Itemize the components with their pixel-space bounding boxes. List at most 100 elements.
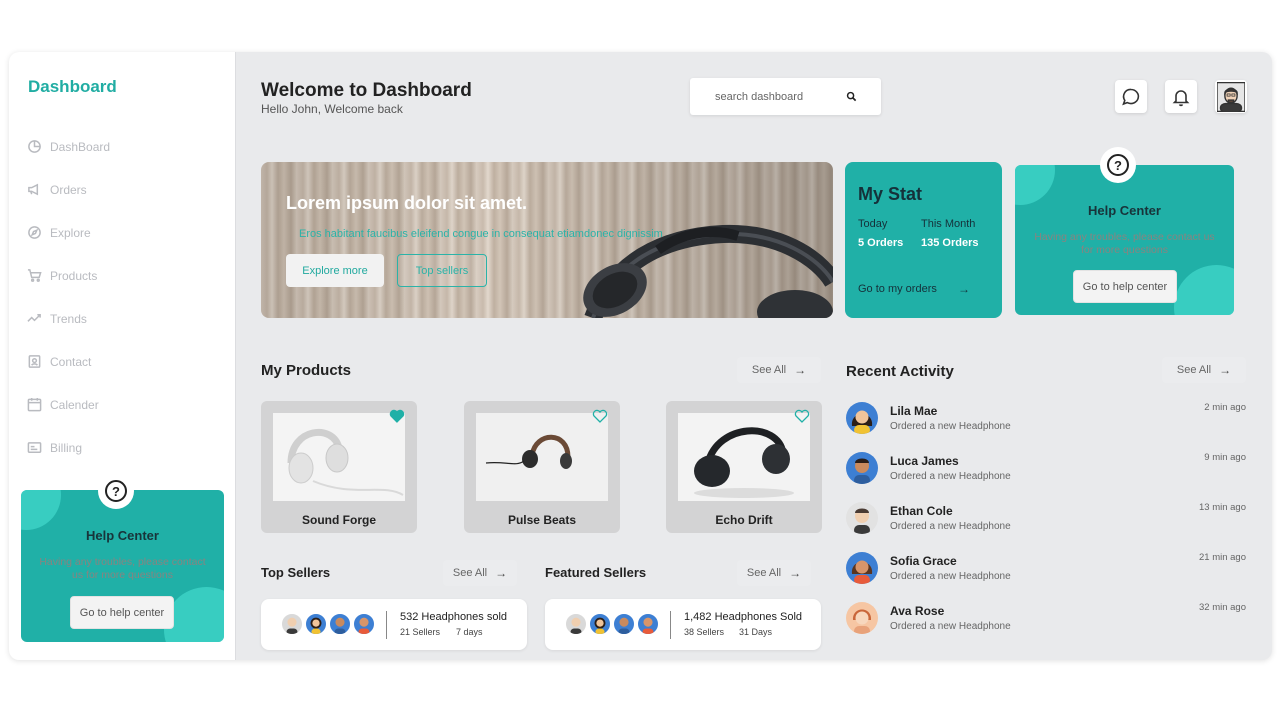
- seller-period: 31 Days: [739, 627, 773, 637]
- avatar: [846, 402, 878, 434]
- featured-sellers-title: Featured Sellers: [545, 565, 647, 580]
- megaphone-icon: [28, 183, 39, 196]
- messages-button[interactable]: [1115, 80, 1147, 113]
- see-all-label: See All: [751, 364, 787, 376]
- brand-title: Dashboard: [28, 77, 117, 96]
- go-to-help-center-button[interactable]: Go to help center: [70, 596, 174, 629]
- activity-description: Ordered a new Headphone: [890, 621, 1011, 632]
- activity-item[interactable]: Ava Rose Ordered a new Headphone 32 min …: [846, 602, 1246, 642]
- activity-item[interactable]: Lila Mae Ordered a new Headphone 2 min a…: [846, 402, 1246, 442]
- sidebar-item-orders[interactable]: Orders: [27, 168, 110, 211]
- divider: [670, 611, 671, 639]
- notifications-button[interactable]: [1165, 80, 1197, 113]
- sidebar-item-trends[interactable]: Trends: [27, 297, 110, 340]
- product-image: [273, 413, 405, 501]
- seller-period: 7 days: [456, 627, 483, 637]
- product-name: Echo Drift: [715, 513, 773, 527]
- trend-icon: [27, 314, 41, 322]
- avatar: [565, 613, 587, 635]
- help-center-text: Having any troubles, please contact us f…: [39, 556, 206, 581]
- see-all-label: See All: [452, 567, 488, 579]
- sidebar-nav: DashBoard Orders Explore Products Trends…: [27, 125, 110, 469]
- calendar-icon: [27, 397, 42, 412]
- top-sellers-card[interactable]: 532 Headphones sold 21 Sellers 7 days: [261, 599, 527, 650]
- sidebar-item-explore[interactable]: Explore: [27, 211, 110, 254]
- sidebar-item-calender[interactable]: Calender: [27, 383, 110, 426]
- my-products-title: My Products: [261, 362, 352, 379]
- products-see-all-button[interactable]: See All →: [737, 357, 821, 383]
- search-input[interactable]: search dashboard: [690, 78, 881, 115]
- banner-subtitle: Eros habitant faucibus eleifend congue i…: [299, 228, 663, 240]
- top-sellers-button[interactable]: Top sellers: [397, 254, 487, 287]
- sidebar-item-contact[interactable]: Contact: [27, 340, 110, 383]
- cart-icon: [27, 269, 42, 282]
- user-avatar-button[interactable]: [1215, 80, 1247, 113]
- arrow-right-icon[interactable]: →: [958, 282, 970, 296]
- avatar: [1217, 81, 1245, 112]
- activity-time: 9 min ago: [1204, 452, 1246, 463]
- avatar: [846, 602, 878, 634]
- heart-outline-icon[interactable]: [794, 409, 810, 423]
- activity-item[interactable]: Sofia Grace Ordered a new Headphone 21 m…: [846, 552, 1246, 592]
- sidebar-item-dashboard[interactable]: DashBoard: [27, 125, 110, 168]
- top-sellers-title: Top Sellers: [261, 565, 331, 580]
- seller-avatars: [565, 613, 661, 635]
- featured-sellers-card[interactable]: 1,482 Headphones Sold 38 Sellers 31 Days: [545, 599, 821, 650]
- product-name: Pulse Beats: [507, 513, 577, 527]
- sidebar-item-billing[interactable]: Billing: [27, 426, 110, 469]
- activity-description: Ordered a new Headphone: [890, 471, 1011, 482]
- activity-see-all-button[interactable]: See All →: [1162, 357, 1246, 383]
- product-card[interactable]: Echo Drift: [666, 401, 822, 533]
- activity-time: 21 min ago: [1198, 552, 1246, 563]
- activity-name: Ava Rose: [890, 604, 945, 618]
- arrow-right-icon: →: [789, 566, 802, 580]
- help-center-text: Having any troubles, please contact us f…: [1034, 231, 1215, 256]
- activity-name: Ethan Cole: [890, 504, 953, 518]
- avatar: [846, 552, 878, 584]
- activity-time: 32 min ago: [1198, 602, 1246, 613]
- product-card[interactable]: Sound Forge: [261, 401, 417, 533]
- avatar: [353, 613, 375, 635]
- sold-count: 532 Headphones sold: [400, 611, 508, 623]
- product-card[interactable]: Pulse Beats: [464, 401, 620, 533]
- activity-time: 2 min ago: [1204, 402, 1246, 413]
- go-to-help-center-button[interactable]: Go to help center: [1073, 270, 1177, 303]
- page-subtitle: Hello John, Welcome back: [261, 102, 403, 116]
- avatar: [305, 613, 327, 635]
- help-center-title: Help Center: [86, 528, 159, 543]
- stat-today-value: 5 Orders: [858, 237, 904, 249]
- heart-filled-icon[interactable]: [389, 409, 405, 423]
- activity-description: Ordered a new Headphone: [890, 521, 1011, 532]
- avatar: [846, 452, 878, 484]
- banner-title: Lorem ipsum dolor sit amet.: [286, 193, 528, 213]
- explore-more-button[interactable]: Explore more: [286, 254, 384, 287]
- sidebar-item-label: Contact: [50, 354, 92, 369]
- featured-sellers-see-all-button[interactable]: See All →: [737, 560, 811, 586]
- product-name: Sound Forge: [302, 513, 376, 527]
- activity-name: Lila Mae: [890, 404, 938, 418]
- stat-month-label: This Month: [921, 218, 976, 230]
- compass-icon: [28, 226, 41, 239]
- activity-time: 13 min ago: [1198, 502, 1246, 513]
- avatar: [281, 613, 303, 635]
- sidebar-item-label: DashBoard: [50, 139, 111, 154]
- go-to-my-orders-link[interactable]: Go to my orders: [858, 283, 937, 295]
- recent-activity-title: Recent Activity: [846, 363, 954, 380]
- top-sellers-see-all-button[interactable]: See All →: [443, 560, 517, 586]
- question-icon: ?: [98, 473, 134, 509]
- seller-count: 21 Sellers: [400, 627, 441, 637]
- see-all-label: See All: [1176, 364, 1212, 376]
- sidebar-item-products[interactable]: Products: [27, 254, 110, 297]
- activity-description: Ordered a new Headphone: [890, 571, 1011, 582]
- arrow-right-icon: →: [1219, 363, 1232, 377]
- activity-name: Luca James: [890, 454, 959, 468]
- billing-icon: [27, 442, 42, 453]
- heart-outline-icon[interactable]: [592, 409, 608, 423]
- sidebar-item-label: Calender: [50, 397, 99, 412]
- avatar: [637, 613, 659, 635]
- sold-count: 1,482 Headphones Sold: [684, 611, 803, 623]
- sidebar: Dashboard DashBoard Orders Explore Produ…: [9, 52, 236, 660]
- activity-item[interactable]: Ethan Cole Ordered a new Headphone 13 mi…: [846, 502, 1246, 542]
- activity-item[interactable]: Luca James Ordered a new Headphone 9 min…: [846, 452, 1246, 492]
- arrow-right-icon: →: [495, 566, 508, 580]
